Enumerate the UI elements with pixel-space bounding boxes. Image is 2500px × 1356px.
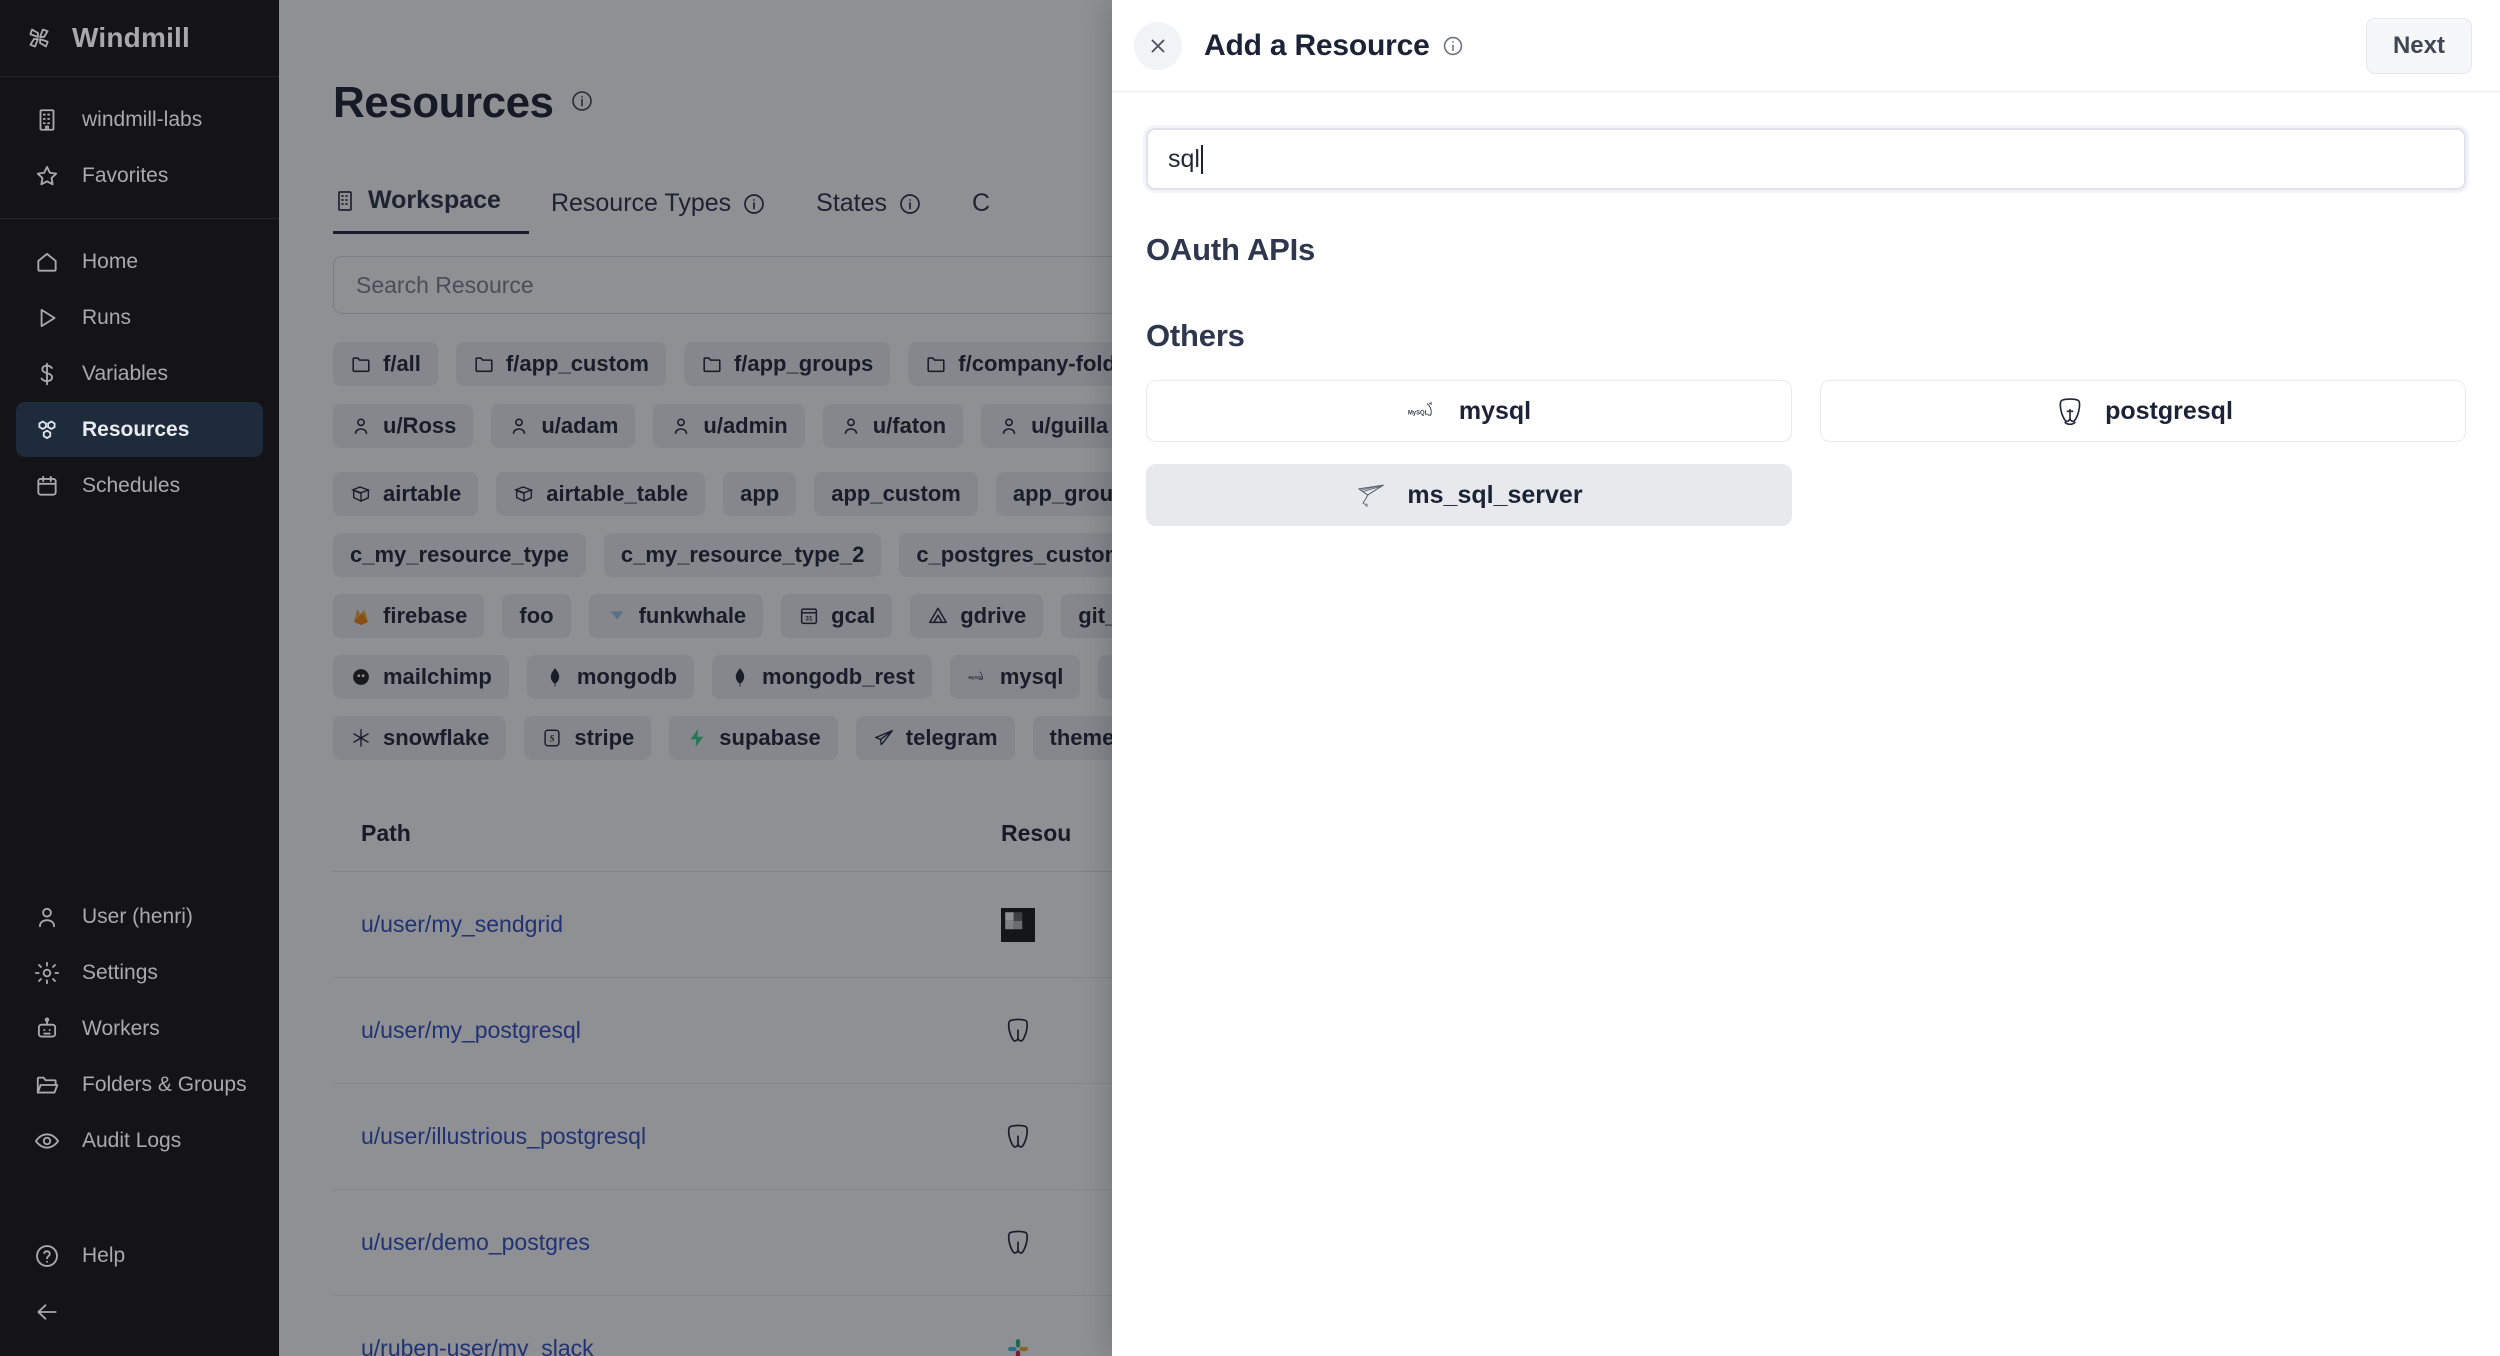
resource-type-card-mysql[interactable]: MySQL mysql bbox=[1146, 380, 1792, 442]
card-label: mysql bbox=[1459, 397, 1531, 426]
drawer-title: Add a Resource bbox=[1204, 29, 1430, 63]
sidebar-item-settings[interactable]: Settings bbox=[16, 945, 263, 1000]
drawer-body: sql OAuth APIs Others MySQL mysql bbox=[1112, 92, 2500, 1356]
search-value: sql bbox=[1168, 145, 1200, 174]
robot-icon bbox=[34, 1016, 60, 1042]
gear-icon bbox=[34, 960, 60, 986]
oauth-apis-empty-results bbox=[1146, 268, 2466, 276]
add-resource-drawer: Add a Resource Next sql OAuth APIs Other… bbox=[1112, 0, 2500, 1356]
sidebar-group-bottom: User (henri) Settings Workers bbox=[0, 888, 279, 1356]
boxes-icon bbox=[34, 417, 60, 443]
app-logo[interactable]: Windmill bbox=[0, 0, 279, 77]
resource-type-card-ms-sql-server[interactable]: ms_sql_server bbox=[1146, 464, 1792, 526]
sidebar-item-runs[interactable]: Runs bbox=[16, 290, 263, 345]
sidebar-item-label: windmill-labs bbox=[82, 108, 202, 132]
sidebar: Windmill windmill-labs Favorites bbox=[0, 0, 279, 1356]
resource-type-search-input[interactable]: sql bbox=[1146, 128, 2466, 190]
sidebar-item-label: Runs bbox=[82, 306, 131, 330]
question-circle-icon bbox=[34, 1243, 60, 1269]
app-name: Windmill bbox=[72, 22, 190, 54]
sidebar-item-user[interactable]: User (henri) bbox=[16, 889, 263, 944]
close-icon[interactable] bbox=[1134, 22, 1182, 70]
sidebar-item-home[interactable]: Home bbox=[16, 234, 263, 289]
sidebar-item-help[interactable]: Help bbox=[16, 1228, 263, 1283]
sidebar-item-label: Audit Logs bbox=[82, 1129, 181, 1153]
sidebar-item-label: Help bbox=[82, 1244, 125, 1268]
eye-icon bbox=[34, 1128, 60, 1154]
calendar-icon bbox=[34, 473, 60, 499]
sidebar-item-windmill-labs[interactable]: windmill-labs bbox=[16, 92, 263, 147]
info-icon[interactable] bbox=[1442, 35, 1464, 57]
sidebar-item-label: Resources bbox=[82, 418, 189, 442]
ms-sql-server-icon bbox=[1355, 478, 1389, 512]
sidebar-item-label: Favorites bbox=[82, 164, 168, 188]
sidebar-item-label: Schedules bbox=[82, 474, 180, 498]
card-label: postgresql bbox=[2105, 397, 2233, 426]
home-icon bbox=[34, 249, 60, 275]
sidebar-item-label: Settings bbox=[82, 961, 158, 985]
sidebar-item-label: Workers bbox=[82, 1017, 160, 1041]
section-heading-oauth-apis: OAuth APIs bbox=[1146, 232, 2466, 268]
sidebar-item-audit-logs[interactable]: Audit Logs bbox=[16, 1113, 263, 1168]
sidebar-item-schedules[interactable]: Schedules bbox=[16, 458, 263, 513]
next-button[interactable]: Next bbox=[2366, 18, 2472, 74]
play-icon bbox=[34, 305, 60, 331]
section-heading-others: Others bbox=[1146, 318, 2466, 354]
sidebar-item-label: Variables bbox=[82, 362, 168, 386]
sidebar-item-label: Home bbox=[82, 250, 138, 274]
arrow-left-icon bbox=[34, 1299, 60, 1325]
sidebar-collapse-button[interactable] bbox=[16, 1284, 263, 1339]
mysql-icon: MySQL bbox=[1407, 394, 1441, 428]
sidebar-item-workers[interactable]: Workers bbox=[16, 1001, 263, 1056]
user-icon bbox=[34, 904, 60, 930]
sidebar-group-workspace: windmill-labs Favorites bbox=[0, 77, 279, 219]
sidebar-group-main: Home Runs Variables bbox=[0, 219, 279, 528]
folder-open-icon bbox=[34, 1072, 60, 1098]
building-icon bbox=[34, 107, 60, 133]
card-label: ms_sql_server bbox=[1407, 481, 1582, 510]
drawer-header: Add a Resource Next bbox=[1112, 0, 2500, 92]
sidebar-item-label: Folders & Groups bbox=[82, 1073, 247, 1097]
others-card-grid: MySQL mysql postgresql bbox=[1146, 380, 2466, 526]
screen: Windmill windmill-labs Favorites bbox=[0, 0, 2500, 1356]
windmill-logo-icon bbox=[26, 25, 52, 51]
sidebar-item-label: User (henri) bbox=[82, 905, 193, 929]
star-icon bbox=[34, 163, 60, 189]
sidebar-item-favorites[interactable]: Favorites bbox=[16, 148, 263, 203]
dollar-icon bbox=[34, 361, 60, 387]
sidebar-item-resources[interactable]: Resources bbox=[16, 402, 263, 457]
resource-type-card-postgresql[interactable]: postgresql bbox=[1820, 380, 2466, 442]
sidebar-spacer bbox=[0, 528, 279, 888]
svg-text:MySQL: MySQL bbox=[1408, 410, 1429, 416]
text-cursor bbox=[1201, 145, 1203, 174]
postgres-icon bbox=[2053, 394, 2087, 428]
sidebar-item-folders-groups[interactable]: Folders & Groups bbox=[16, 1057, 263, 1112]
sidebar-item-variables[interactable]: Variables bbox=[16, 346, 263, 401]
